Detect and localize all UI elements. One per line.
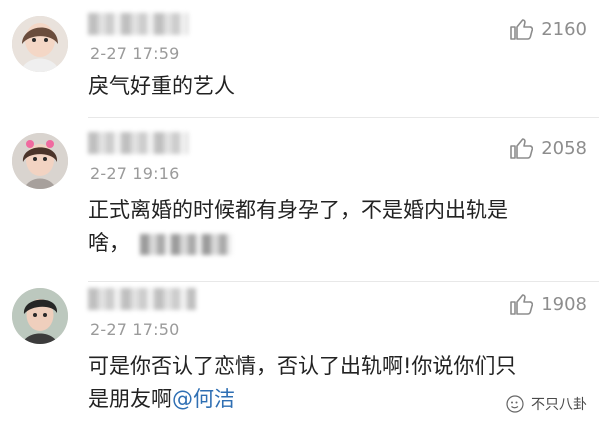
- avatar-image: [12, 133, 68, 189]
- thumb-up-icon: [510, 294, 534, 315]
- comment-line: 啥，: [88, 227, 577, 260]
- like-button[interactable]: 2058: [509, 136, 587, 160]
- comment-time: 2-27 17:59: [90, 44, 180, 63]
- blurred-username: [88, 132, 188, 154]
- comment-item: 2-27 19:16 2058 正式离婚的时候都有身孕了，不是婚内出轨是 啥，: [0, 118, 599, 282]
- comment-text: 可是你否认了恋情，否认了出轨啊!你说你们只 是朋友啊@何洁: [88, 350, 577, 416]
- watermark: 不只八卦: [505, 394, 587, 414]
- avatar[interactable]: [12, 133, 68, 189]
- like-count: 2160: [541, 18, 587, 40]
- avatar[interactable]: [12, 288, 68, 344]
- comment-text: 正式离婚的时候都有身孕了，不是婚内出轨是 啥，: [88, 194, 577, 260]
- comment-line: 是朋友啊@何洁: [88, 387, 235, 411]
- like-count: 1908: [541, 293, 587, 315]
- comment-line: 正式离婚的时候都有身孕了，不是婚内出轨是: [88, 198, 508, 222]
- avatar[interactable]: [12, 16, 68, 72]
- blurred-username: [88, 13, 188, 35]
- watermark-icon: [506, 395, 524, 413]
- blurred-text: [140, 233, 232, 255]
- thumb-up-icon: [510, 19, 534, 40]
- comment-time: 2-27 19:16: [90, 164, 180, 183]
- comment-line: 戾气好重的艺人: [88, 74, 235, 98]
- like-button[interactable]: 2160: [509, 17, 587, 41]
- like-button[interactable]: 1908: [509, 292, 587, 316]
- like-count: 2058: [541, 137, 587, 159]
- watermark-text: 不只八卦: [531, 397, 587, 413]
- comments-screen: 2-27 17:59 2160 戾气好重的艺人 2-27 19:16 2058 …: [0, 0, 599, 428]
- blurred-username: [88, 288, 196, 310]
- thumb-up-icon: [510, 138, 534, 159]
- mention-link[interactable]: @何洁: [172, 387, 235, 411]
- avatar-image: [12, 288, 68, 344]
- avatar-image: [12, 16, 68, 72]
- comment-line: 可是你否认了恋情，否认了出轨啊!你说你们只: [88, 354, 517, 378]
- comment-time: 2-27 17:50: [90, 320, 180, 339]
- comment-item: 2-27 17:59 2160 戾气好重的艺人: [0, 0, 599, 118]
- comment-text: 戾气好重的艺人: [88, 70, 577, 103]
